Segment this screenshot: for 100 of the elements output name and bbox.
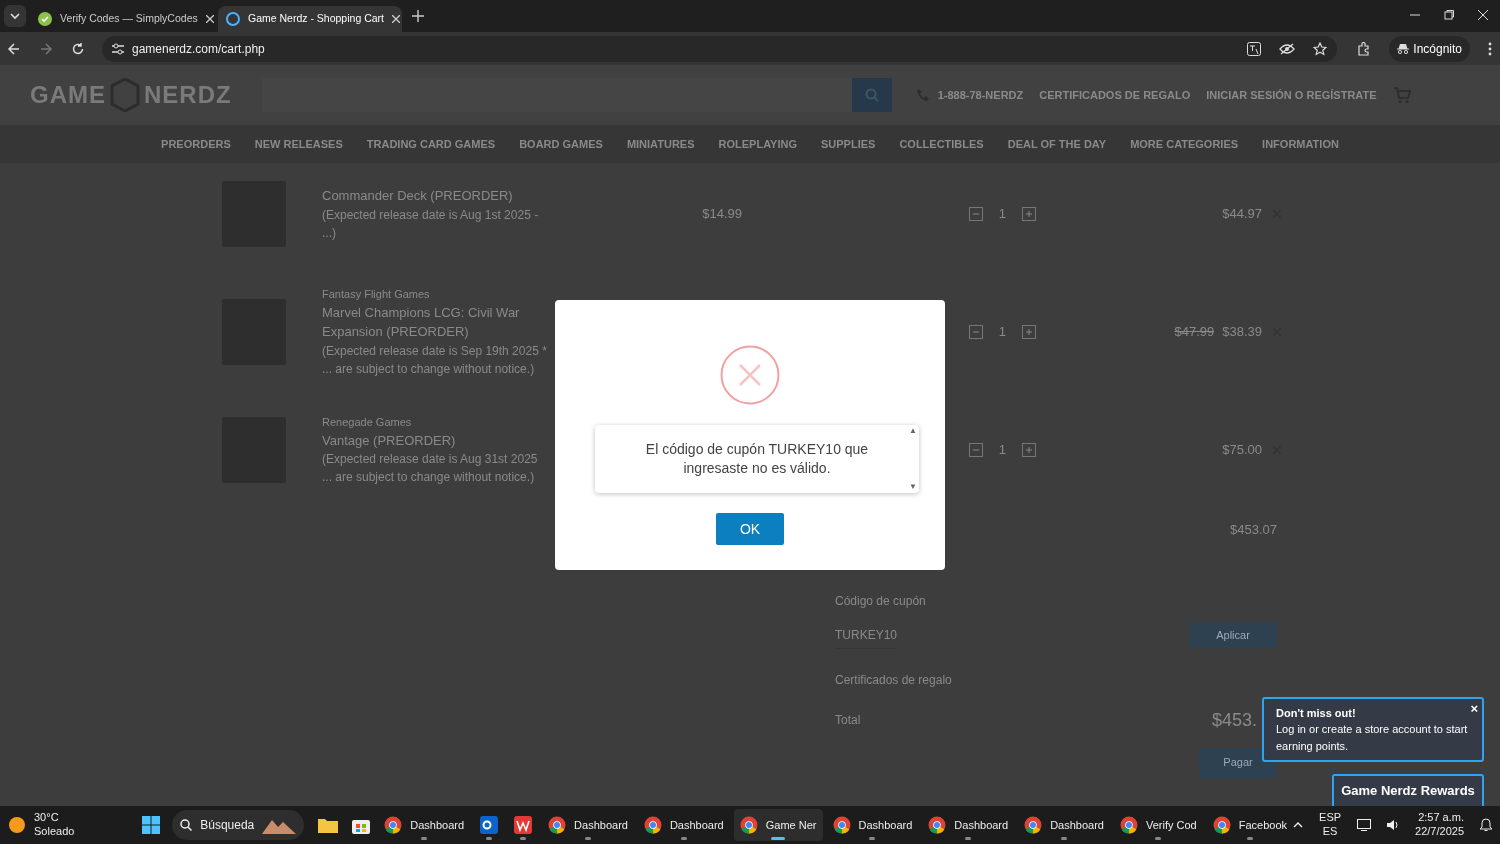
incognito-icon: [1397, 43, 1410, 54]
taskbar-search[interactable]: Búsqueda: [172, 810, 305, 840]
product-title[interactable]: Marvel Champions LCG: Civil War Expansion (PREORDER): [322, 302, 550, 342]
plus-icon[interactable]: [1022, 207, 1036, 221]
browser-tab[interactable]: Verify Codes — SimplyCodes: [30, 6, 214, 32]
browser-tab[interactable]: Game Nerdz - Shopping Cart: [218, 6, 402, 32]
nav-link[interactable]: MORE CATEGORIES: [1130, 135, 1239, 153]
eye-slash-icon[interactable]: [1279, 42, 1296, 55]
total-label: Total: [835, 712, 861, 729]
language-indicator[interactable]: ESP ES: [1319, 811, 1342, 839]
product-title[interactable]: Vantage (PREORDER): [322, 430, 550, 450]
nav-link[interactable]: BOARD GAMES: [519, 135, 603, 153]
chrome-icon: [832, 816, 851, 834]
extensions-icon[interactable]: [1357, 41, 1372, 56]
product-note: (Expected release date is Aug 1st 2025 - ...): [322, 206, 540, 242]
total-value: $453.: [1211, 708, 1257, 732]
plus-icon[interactable]: [1022, 325, 1036, 339]
header-link[interactable]: CERTIFICADOS DE REGALO: [1039, 86, 1191, 104]
clock[interactable]: 2:57 a.m. 22/7/2025: [1415, 811, 1464, 839]
nav-link[interactable]: ROLEPLAYING: [718, 135, 797, 153]
forward-icon: [40, 42, 52, 55]
checkout-button[interactable]: Pagar: [1199, 747, 1277, 778]
tab-list-icon[interactable]: [4, 5, 26, 27]
header-link[interactable]: INICIAR SESIÓN O REGÍSTRATE: [1206, 86, 1377, 104]
nav-link[interactable]: MINIATURES: [626, 135, 695, 153]
taskbar-app[interactable]: Verify Cod: [1114, 809, 1203, 841]
folder-icon[interactable]: [318, 817, 339, 833]
weather-temperature: 30°C: [34, 811, 60, 825]
search-icon: [180, 819, 193, 831]
chrome-icon: [548, 816, 567, 834]
nav-link[interactable]: DEAL OF THE DAY: [1007, 135, 1107, 153]
chevron-up-icon[interactable]: [1293, 822, 1304, 828]
coupon-label: Código de cupón: [835, 592, 926, 610]
phone-number[interactable]: 1-888-78-NERDZ: [937, 86, 1024, 104]
windows-start-icon[interactable]: [142, 816, 161, 834]
scroll-down-arrow[interactable]: ▼: [909, 481, 917, 493]
site-settings-icon[interactable]: [112, 42, 124, 55]
close-icon[interactable]: [205, 15, 214, 23]
subtotal-value: $453.07: [1230, 521, 1277, 539]
speaker-icon[interactable]: [1387, 819, 1400, 831]
taskbar-app[interactable]: Game Ner: [733, 809, 823, 841]
taskbar-app[interactable]: Dashboard: [826, 809, 919, 841]
chrome-icon: [1024, 816, 1043, 834]
nav-link[interactable]: INFORMATION: [1262, 135, 1339, 153]
nav-link[interactable]: PREORDERS: [161, 135, 231, 153]
plus-icon[interactable]: [1022, 443, 1036, 457]
site-icon: [226, 12, 240, 27]
taskbar-app[interactable]: Dashboard: [1018, 809, 1110, 841]
nav-link[interactable]: NEW RELEASES: [254, 135, 343, 153]
apply-button[interactable]: Aplicar: [1189, 622, 1277, 648]
taskbar-app[interactable]: Dashboard: [922, 809, 1015, 841]
coupon-field[interactable]: TURKEY10: [835, 621, 898, 649]
taskbar-app[interactable]: Facebook: [1206, 809, 1294, 841]
network-icon[interactable]: [1357, 819, 1372, 831]
close-icon[interactable]: [392, 15, 400, 23]
rewards-button[interactable]: Game Nerdz Rewards: [1332, 774, 1484, 806]
taskbar-app[interactable]: Dashboard: [637, 809, 730, 841]
taskbar-app[interactable]: Dashboard: [378, 809, 471, 841]
nav-link[interactable]: TRADING CARD GAMES: [366, 135, 496, 153]
minus-icon[interactable]: [968, 443, 983, 457]
new-tab-icon[interactable]: [412, 10, 424, 22]
site-logo[interactable]: GAME NERDZ: [30, 77, 232, 113]
unit-price: $14.99: [702, 205, 742, 224]
mail-icon: [480, 816, 499, 834]
taskbar-app[interactable]: Dashboard: [542, 809, 634, 841]
search-field[interactable]: [261, 78, 852, 112]
star-icon[interactable]: [1313, 41, 1328, 56]
restore-icon[interactable]: [1444, 10, 1454, 20]
close-icon[interactable]: [1478, 10, 1488, 20]
close-button[interactable]: ×: [1470, 698, 1478, 718]
check-circle-icon: [38, 12, 52, 27]
popup-title: Don't miss out!: [1276, 705, 1357, 721]
quantity-value[interactable]: 1: [998, 322, 1006, 342]
product-title[interactable]: Commander Deck (PREORDER): [322, 186, 550, 206]
product-brand: Fantasy Flight Games: [322, 287, 431, 303]
ok-button[interactable]: OK: [716, 513, 784, 545]
original-price: $47.99: [1174, 323, 1215, 342]
nav-link[interactable]: SUPPLIES: [820, 135, 876, 153]
back-icon[interactable]: [8, 42, 20, 55]
item-price: $75.00: [1222, 441, 1262, 460]
nav-link[interactable]: COLLECTIBLES: [899, 135, 984, 153]
chrome-icon: [1120, 816, 1138, 834]
reload-icon[interactable]: [72, 42, 84, 55]
error-icon: [720, 345, 780, 405]
scroll-up-arrow[interactable]: ▲: [909, 425, 917, 437]
popup-text: Log in or create a store account to start earning points.: [1276, 722, 1469, 754]
gift-certificate-label: Certificados de regalo: [835, 671, 952, 689]
product-note: (Expected release date is Sep 19th 2025 * ... are subject to change without notice.): [322, 342, 548, 378]
quantity-value[interactable]: 1: [998, 204, 1006, 224]
translate-icon[interactable]: [1247, 41, 1262, 56]
product-note: (Expected release date is Aug 31st 2025 ... are subject to change without notice.): [322, 451, 539, 486]
minus-icon[interactable]: [968, 325, 983, 339]
weather-condition: Soleado: [34, 825, 75, 839]
chrome-icon: [643, 816, 662, 834]
more-icon[interactable]: [1488, 41, 1492, 56]
incognito-button[interactable]: Incógnito: [1389, 35, 1470, 62]
document-app-icon: [514, 816, 533, 834]
bell-icon[interactable]: [1480, 818, 1492, 832]
quantity-value[interactable]: 1: [998, 440, 1006, 460]
minus-icon[interactable]: [968, 207, 983, 221]
